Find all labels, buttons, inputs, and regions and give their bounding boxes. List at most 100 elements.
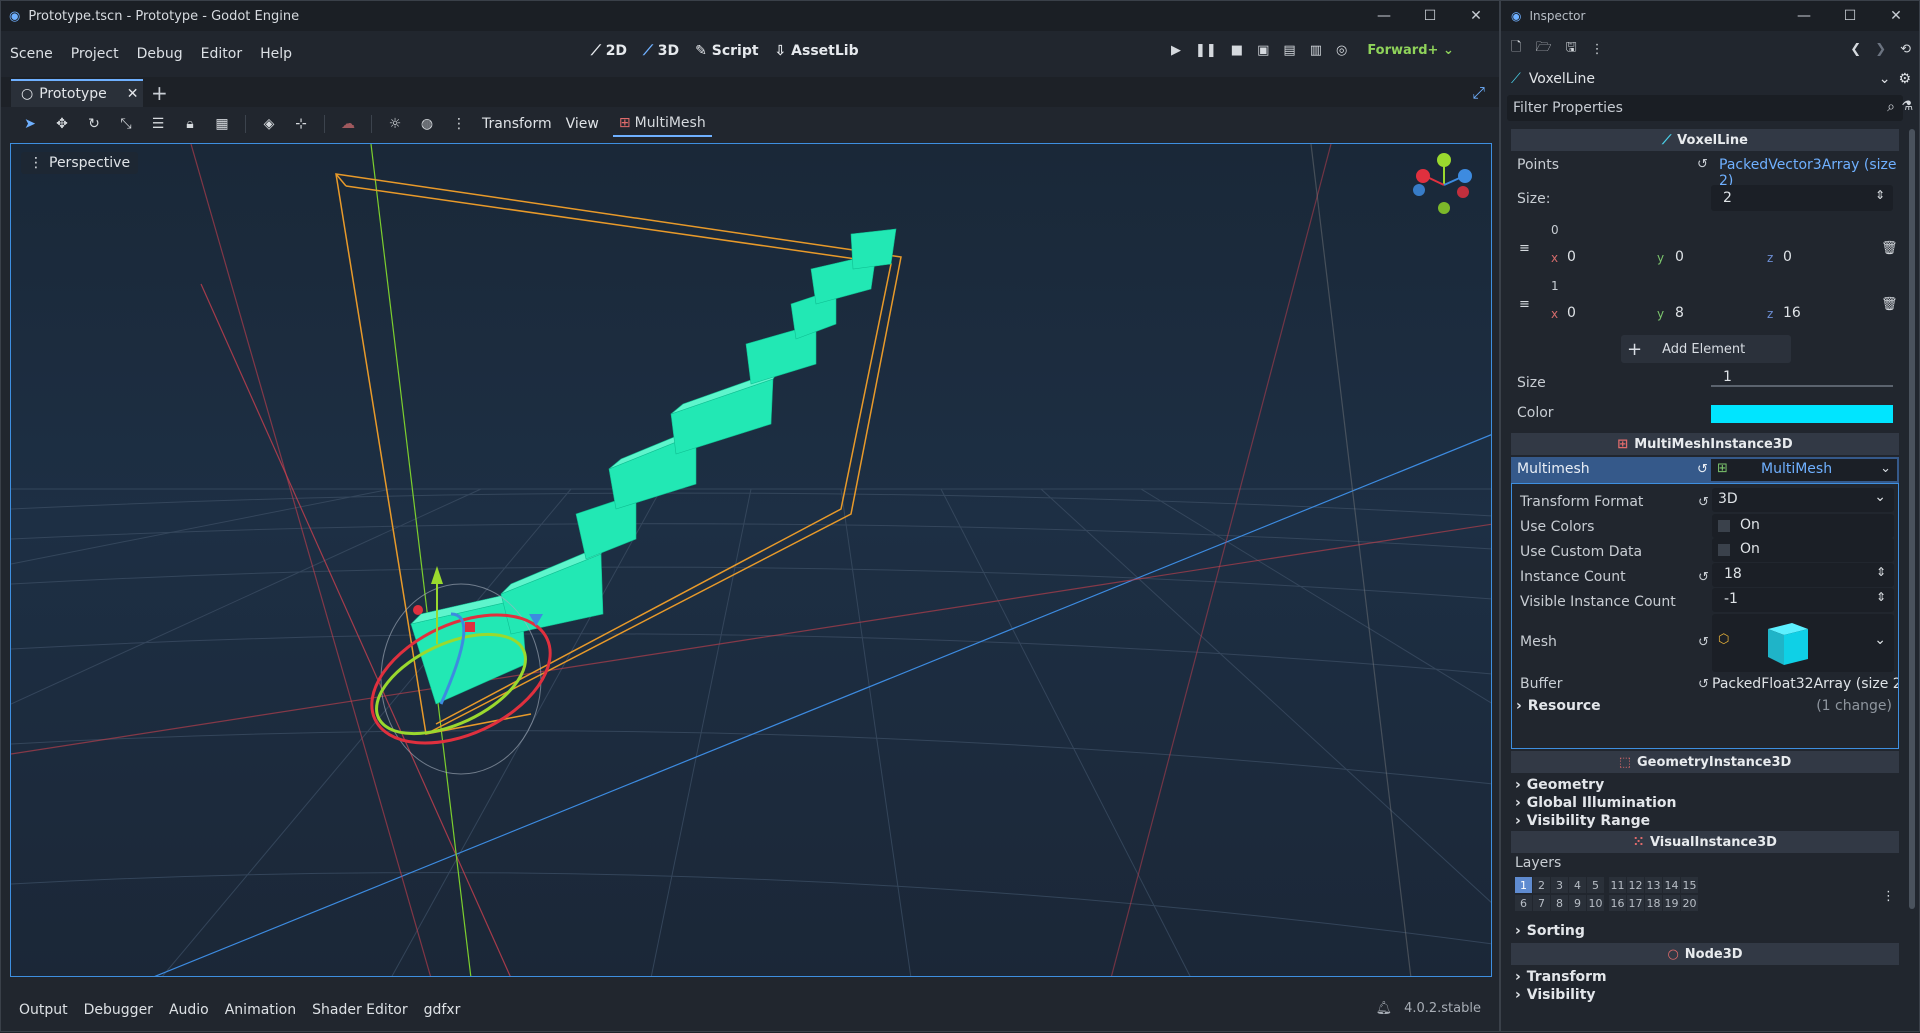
play-icon[interactable]: ▶ xyxy=(1171,43,1181,58)
multimesh-menu[interactable]: ⊞ MultiMesh xyxy=(612,111,712,137)
element-x[interactable]: 0 xyxy=(1567,249,1576,265)
pause-icon[interactable]: ❚❚ xyxy=(1195,43,1217,58)
layer-cell-10[interactable]: 10 xyxy=(1587,895,1604,911)
tab-debugger[interactable]: Debugger xyxy=(76,1002,161,1018)
layers-grid[interactable]: 1 2 3 4 5 11 12 13 14 15 6 7 8 9 10 16 17 18 19 20 xyxy=(1515,877,1715,917)
close-tab-icon[interactable]: ✕ xyxy=(127,86,139,102)
layer-cell-16[interactable]: 16 xyxy=(1609,895,1626,911)
select-tool-icon[interactable]: ➤ xyxy=(21,116,39,132)
more-options-icon[interactable]: ⋮ xyxy=(450,116,468,132)
group-icon[interactable]: ▦ xyxy=(213,116,231,132)
play-custom-scene-icon[interactable]: ▥ xyxy=(1310,43,1322,58)
lock-icon[interactable]: 🔒︎ xyxy=(181,116,199,132)
filter-properties-input[interactable]: Filter Properties ⌕ xyxy=(1507,95,1903,121)
gizmo-neg-x-handle[interactable] xyxy=(1413,184,1425,196)
gizmo-x-handle[interactable] xyxy=(1416,169,1430,183)
layer-cell-7[interactable]: 7 xyxy=(1533,895,1550,911)
environment-icon[interactable]: ◍ xyxy=(418,116,436,132)
move-tool-icon[interactable]: ✥ xyxy=(53,116,71,132)
trash-icon[interactable]: 🗑︎ xyxy=(1881,241,1898,256)
local-space-icon[interactable]: ◈ xyxy=(260,116,278,132)
add-element-button[interactable]: + Add Element xyxy=(1621,335,1791,363)
layer-cell-2[interactable]: 2 xyxy=(1533,877,1550,893)
maximize-icon[interactable]: ☐ xyxy=(1407,1,1453,31)
open-resource-icon[interactable]: 🗁︎ xyxy=(1535,38,1551,60)
layers-menu-icon[interactable]: ⋮ xyxy=(1882,889,1895,904)
workspace-assetlib-button[interactable]: ⇩ AssetLib xyxy=(775,43,859,59)
use-custom-data-checkbox[interactable]: On xyxy=(1712,538,1894,562)
stop-icon[interactable]: ■ xyxy=(1231,43,1243,58)
section-node3d[interactable]: ○ Node3D xyxy=(1511,943,1899,965)
sun-icon[interactable]: ☼ xyxy=(386,116,404,132)
menu-scene[interactable]: Scene xyxy=(1,46,62,62)
tab-animation[interactable]: Animation xyxy=(217,1002,304,1018)
3d-viewport[interactable]: ⋮ Perspective xyxy=(10,143,1492,977)
multimesh-resource-picker[interactable]: ⊞ MultiMesh ⌄ xyxy=(1711,459,1897,481)
layer-cell-8[interactable]: 8 xyxy=(1551,895,1568,911)
close-icon[interactable]: ✕ xyxy=(1873,1,1919,31)
rotate-tool-icon[interactable]: ↻ xyxy=(85,116,103,132)
close-icon[interactable]: ✕ xyxy=(1453,1,1499,31)
layer-cell-12[interactable]: 12 xyxy=(1627,877,1644,893)
use-colors-checkbox[interactable]: On xyxy=(1712,514,1894,538)
revert-icon[interactable]: ↺ xyxy=(1698,677,1709,692)
layer-cell-19[interactable]: 19 xyxy=(1663,895,1680,911)
section-geometry-instance[interactable]: ⬚ GeometryInstance3D xyxy=(1511,751,1899,773)
list-select-icon[interactable]: ☰ xyxy=(149,116,167,132)
transform-group[interactable]: › Transform xyxy=(1515,969,1607,985)
play-scene-icon[interactable]: ▤ xyxy=(1283,43,1295,58)
layer-cell-20[interactable]: 20 xyxy=(1681,895,1698,911)
spin-arrows-icon[interactable]: ⇕ xyxy=(1875,188,1885,202)
transform-format-select[interactable]: 3D ⌄ xyxy=(1712,488,1894,512)
new-resource-icon[interactable]: 🗋︎ xyxy=(1511,38,1521,60)
chevron-down-icon[interactable]: ⌄ xyxy=(1874,489,1886,505)
multimesh-property-row[interactable]: Multimesh ↺ ⊞ MultiMesh ⌄ xyxy=(1511,457,1899,483)
layer-cell-11[interactable]: 11 xyxy=(1609,877,1626,893)
gizmo-z-handle[interactable] xyxy=(1458,169,1472,183)
orientation-gizmo[interactable] xyxy=(1409,150,1479,220)
tab-output[interactable]: Output xyxy=(11,1002,76,1018)
bell-icon[interactable]: 🔔︎ xyxy=(1376,1001,1393,1016)
distraction-free-icon[interactable]: ⤢ xyxy=(1472,83,1485,103)
layer-cell-5[interactable]: 5 xyxy=(1587,877,1604,893)
tab-audio[interactable]: Audio xyxy=(161,1002,217,1018)
minimize-icon[interactable]: — xyxy=(1781,1,1827,31)
tab-gdfxr[interactable]: gdfxr xyxy=(416,1002,469,1018)
geometry-group[interactable]: › Geometry xyxy=(1515,777,1604,793)
revert-icon[interactable]: ↺ xyxy=(1698,570,1709,585)
drag-handle-icon[interactable]: ≡ xyxy=(1519,297,1530,312)
trash-icon[interactable]: 🗑︎ xyxy=(1881,297,1898,312)
minimize-icon[interactable]: — xyxy=(1361,1,1407,31)
chevron-down-icon[interactable]: ⌄ xyxy=(1880,461,1891,476)
element-x[interactable]: 0 xyxy=(1567,305,1576,321)
scene-tab-prototype[interactable]: ○ Prototype ✕ xyxy=(11,79,143,107)
element-y[interactable]: 0 xyxy=(1675,249,1684,265)
revert-icon[interactable]: ↺ xyxy=(1697,462,1708,477)
menu-debug[interactable]: Debug xyxy=(128,46,192,62)
layer-cell-4[interactable]: 4 xyxy=(1569,877,1586,893)
renderer-select[interactable]: Forward+ ⌄ xyxy=(1367,43,1454,58)
transform-menu[interactable]: Transform xyxy=(482,116,552,132)
menu-help[interactable]: Help xyxy=(251,46,301,62)
object-selector[interactable]: ⟋ VoxelLine ⌄ ⚙ xyxy=(1511,67,1911,91)
revert-icon[interactable]: ↺ xyxy=(1698,495,1709,510)
scale-tool-icon[interactable]: ⤡ xyxy=(117,116,135,132)
view-menu[interactable]: View xyxy=(566,116,599,132)
save-resource-icon[interactable]: 🖫︎ xyxy=(1566,38,1577,60)
section-voxelline[interactable]: ⟋ VoxelLine xyxy=(1511,129,1899,151)
history-icon[interactable]: ⟲ xyxy=(1900,42,1911,57)
voxel-size-slider[interactable] xyxy=(1711,385,1893,387)
visibility-range-group[interactable]: › Visibility Range xyxy=(1515,813,1650,829)
element-y[interactable]: 8 xyxy=(1675,305,1684,321)
viewport-scene[interactable] xyxy=(11,144,1492,977)
menu-project[interactable]: Project xyxy=(62,46,128,62)
workspace-2d-button[interactable]: ⟋ 2D xyxy=(591,43,627,59)
layer-cell-15[interactable]: 15 xyxy=(1681,877,1698,893)
gizmo-neg-y-handle[interactable] xyxy=(1438,202,1450,214)
object-settings-icon[interactable]: ⚙ xyxy=(1898,71,1911,87)
visibility-group[interactable]: › Visibility xyxy=(1515,987,1596,1003)
element-z[interactable]: 0 xyxy=(1783,249,1792,265)
layer-cell-9[interactable]: 9 xyxy=(1569,895,1586,911)
inspector-scrollbar[interactable] xyxy=(1909,129,1915,909)
section-visual-instance[interactable]: ⁙ VisualInstance3D xyxy=(1511,831,1899,853)
